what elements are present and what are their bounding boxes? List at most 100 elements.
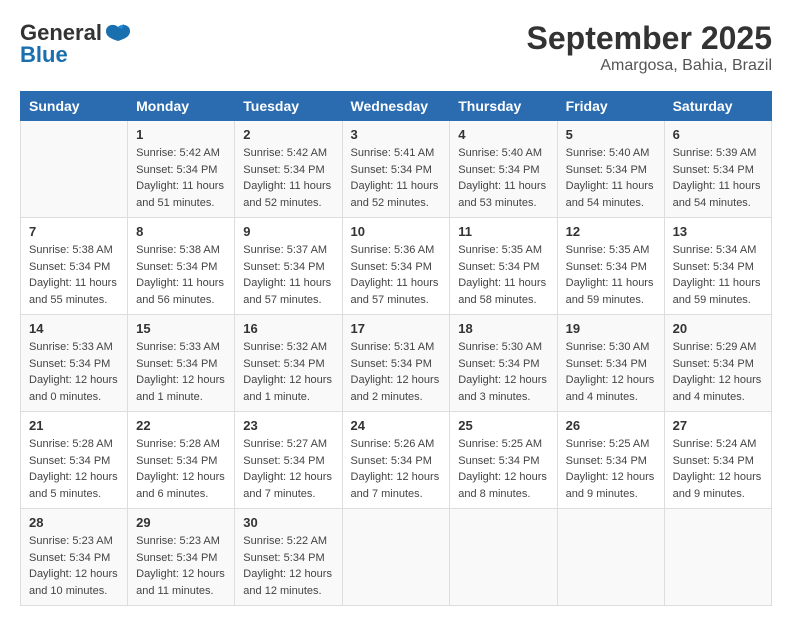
week-row-5: 28 Sunrise: 5:23 AM Sunset: 5:34 PM Dayli…: [21, 509, 772, 606]
day-info: Sunrise: 5:28 AM Sunset: 5:34 PM Dayligh…: [136, 436, 226, 502]
calendar-cell: 14 Sunrise: 5:33 AM Sunset: 5:34 PM Dayli…: [21, 315, 128, 412]
day-number: 8: [136, 224, 226, 239]
calendar-header-row: SundayMondayTuesdayWednesdayThursdayFrid…: [21, 92, 772, 121]
day-number: 30: [243, 515, 333, 530]
calendar-cell: 9 Sunrise: 5:37 AM Sunset: 5:34 PM Daylig…: [235, 218, 342, 315]
day-info: Sunrise: 5:42 AM Sunset: 5:34 PM Dayligh…: [243, 145, 333, 211]
day-number: 2: [243, 127, 333, 142]
day-info: Sunrise: 5:26 AM Sunset: 5:34 PM Dayligh…: [351, 436, 442, 502]
calendar-cell: 13 Sunrise: 5:34 AM Sunset: 5:34 PM Dayli…: [664, 218, 771, 315]
calendar-cell: 17 Sunrise: 5:31 AM Sunset: 5:34 PM Dayli…: [342, 315, 450, 412]
calendar-cell: 12 Sunrise: 5:35 AM Sunset: 5:34 PM Dayli…: [557, 218, 664, 315]
day-number: 27: [673, 418, 763, 433]
week-row-1: 1 Sunrise: 5:42 AM Sunset: 5:34 PM Daylig…: [21, 121, 772, 218]
week-row-2: 7 Sunrise: 5:38 AM Sunset: 5:34 PM Daylig…: [21, 218, 772, 315]
week-row-4: 21 Sunrise: 5:28 AM Sunset: 5:34 PM Dayli…: [21, 412, 772, 509]
calendar-cell: [664, 509, 771, 606]
calendar-cell: 6 Sunrise: 5:39 AM Sunset: 5:34 PM Daylig…: [664, 121, 771, 218]
calendar-cell: 28 Sunrise: 5:23 AM Sunset: 5:34 PM Dayli…: [21, 509, 128, 606]
day-number: 22: [136, 418, 226, 433]
day-number: 11: [458, 224, 548, 239]
calendar-cell: 2 Sunrise: 5:42 AM Sunset: 5:34 PM Daylig…: [235, 121, 342, 218]
calendar-cell: 24 Sunrise: 5:26 AM Sunset: 5:34 PM Dayli…: [342, 412, 450, 509]
calendar-cell: 26 Sunrise: 5:25 AM Sunset: 5:34 PM Dayli…: [557, 412, 664, 509]
day-info: Sunrise: 5:40 AM Sunset: 5:34 PM Dayligh…: [566, 145, 656, 211]
header-monday: Monday: [128, 92, 235, 121]
calendar-cell: 25Sunrise: 5:25 AM Sunset: 5:34 PM Dayli…: [450, 412, 557, 509]
day-info: Sunrise: 5:25 AM Sunset: 5:34 PM Dayligh…: [458, 436, 548, 502]
day-number: 24: [351, 418, 442, 433]
header-tuesday: Tuesday: [235, 92, 342, 121]
calendar-cell: 22 Sunrise: 5:28 AM Sunset: 5:34 PM Dayli…: [128, 412, 235, 509]
header-thursday: Thursday: [450, 92, 557, 121]
calendar-cell: 15 Sunrise: 5:33 AM Sunset: 5:34 PM Dayli…: [128, 315, 235, 412]
day-number: 29: [136, 515, 226, 530]
month-title: September 2025: [527, 20, 772, 57]
calendar-cell: 19 Sunrise: 5:30 AM Sunset: 5:34 PM Dayli…: [557, 315, 664, 412]
day-number: 15: [136, 321, 226, 336]
calendar-cell: 20Sunrise: 5:29 AM Sunset: 5:34 PM Dayli…: [664, 315, 771, 412]
calendar-cell: 29 Sunrise: 5:23 AM Sunset: 5:34 PM Dayli…: [128, 509, 235, 606]
day-info: Sunrise: 5:34 AM Sunset: 5:34 PM Dayligh…: [673, 242, 763, 308]
day-number: 1: [136, 127, 226, 142]
calendar-cell: 18 Sunrise: 5:30 AM Sunset: 5:34 PM Dayli…: [450, 315, 557, 412]
day-number: 21: [29, 418, 119, 433]
day-info: Sunrise: 5:25 AM Sunset: 5:34 PM Dayligh…: [566, 436, 656, 502]
calendar-cell: 8 Sunrise: 5:38 AM Sunset: 5:34 PM Daylig…: [128, 218, 235, 315]
day-info: Sunrise: 5:36 AM Sunset: 5:34 PM Dayligh…: [351, 242, 442, 308]
day-number: 7: [29, 224, 119, 239]
logo-bird-icon: [104, 23, 132, 45]
day-number: 13: [673, 224, 763, 239]
calendar-cell: [342, 509, 450, 606]
day-info: Sunrise: 5:38 AM Sunset: 5:34 PM Dayligh…: [29, 242, 119, 308]
day-number: 4: [458, 127, 548, 142]
day-number: 14: [29, 321, 119, 336]
calendar-cell: [450, 509, 557, 606]
day-number: 16: [243, 321, 333, 336]
day-info: Sunrise: 5:23 AM Sunset: 5:34 PM Dayligh…: [136, 533, 226, 599]
calendar-cell: 23Sunrise: 5:27 AM Sunset: 5:34 PM Dayli…: [235, 412, 342, 509]
day-number: 26: [566, 418, 656, 433]
day-info: Sunrise: 5:35 AM Sunset: 5:34 PM Dayligh…: [458, 242, 548, 308]
calendar-cell: 4 Sunrise: 5:40 AM Sunset: 5:34 PM Daylig…: [450, 121, 557, 218]
day-number: 6: [673, 127, 763, 142]
day-info: Sunrise: 5:33 AM Sunset: 5:34 PM Dayligh…: [136, 339, 226, 405]
day-info: Sunrise: 5:35 AM Sunset: 5:34 PM Dayligh…: [566, 242, 656, 308]
header-sunday: Sunday: [21, 92, 128, 121]
header-friday: Friday: [557, 92, 664, 121]
day-info: Sunrise: 5:42 AM Sunset: 5:34 PM Dayligh…: [136, 145, 226, 211]
day-number: 28: [29, 515, 119, 530]
day-number: 19: [566, 321, 656, 336]
header-saturday: Saturday: [664, 92, 771, 121]
calendar-table: SundayMondayTuesdayWednesdayThursdayFrid…: [20, 91, 772, 606]
header-wednesday: Wednesday: [342, 92, 450, 121]
day-number: 5: [566, 127, 656, 142]
day-info: Sunrise: 5:23 AM Sunset: 5:34 PM Dayligh…: [29, 533, 119, 599]
calendar-cell: 1 Sunrise: 5:42 AM Sunset: 5:34 PM Daylig…: [128, 121, 235, 218]
day-info: Sunrise: 5:32 AM Sunset: 5:34 PM Dayligh…: [243, 339, 333, 405]
day-info: Sunrise: 5:33 AM Sunset: 5:34 PM Dayligh…: [29, 339, 119, 405]
calendar-cell: 21 Sunrise: 5:28 AM Sunset: 5:34 PM Dayli…: [21, 412, 128, 509]
day-info: Sunrise: 5:38 AM Sunset: 5:34 PM Dayligh…: [136, 242, 226, 308]
day-number: 3: [351, 127, 442, 142]
day-info: Sunrise: 5:30 AM Sunset: 5:34 PM Dayligh…: [458, 339, 548, 405]
calendar-cell: 5 Sunrise: 5:40 AM Sunset: 5:34 PM Daylig…: [557, 121, 664, 218]
day-number: 12: [566, 224, 656, 239]
day-info: Sunrise: 5:40 AM Sunset: 5:34 PM Dayligh…: [458, 145, 548, 211]
day-info: Sunrise: 5:28 AM Sunset: 5:34 PM Dayligh…: [29, 436, 119, 502]
day-info: Sunrise: 5:41 AM Sunset: 5:34 PM Dayligh…: [351, 145, 442, 211]
calendar-cell: 16 Sunrise: 5:32 AM Sunset: 5:34 PM Dayli…: [235, 315, 342, 412]
page-header: General Blue September 2025 Amargosa, Ba…: [20, 20, 772, 75]
day-info: Sunrise: 5:39 AM Sunset: 5:34 PM Dayligh…: [673, 145, 763, 211]
calendar-cell: 11 Sunrise: 5:35 AM Sunset: 5:34 PM Dayli…: [450, 218, 557, 315]
day-number: 18: [458, 321, 548, 336]
calendar-cell: [21, 121, 128, 218]
day-info: Sunrise: 5:30 AM Sunset: 5:34 PM Dayligh…: [566, 339, 656, 405]
day-number: 17: [351, 321, 442, 336]
location: Amargosa, Bahia, Brazil: [527, 57, 772, 75]
day-number: 9: [243, 224, 333, 239]
day-number: 10: [351, 224, 442, 239]
calendar-cell: 3 Sunrise: 5:41 AM Sunset: 5:34 PM Daylig…: [342, 121, 450, 218]
day-info: Sunrise: 5:31 AM Sunset: 5:34 PM Dayligh…: [351, 339, 442, 405]
day-info: Sunrise: 5:37 AM Sunset: 5:34 PM Dayligh…: [243, 242, 333, 308]
